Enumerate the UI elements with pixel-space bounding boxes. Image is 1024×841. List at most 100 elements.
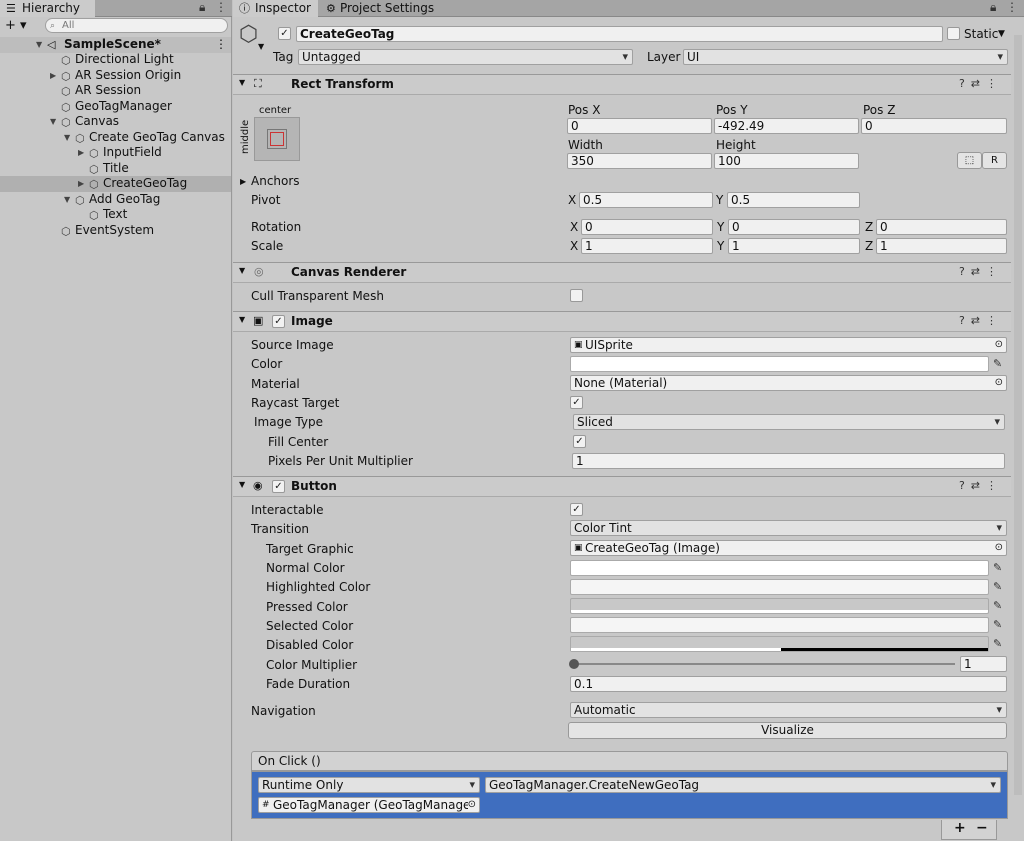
visualize-button[interactable]: Visualize xyxy=(568,722,1007,739)
tree-item-directional-light[interactable]: ⬡ Directional Light xyxy=(0,52,231,68)
scene-menu-icon[interactable]: ⋮ xyxy=(215,37,227,53)
hierarchy-search-input[interactable]: ⌕ All xyxy=(45,18,228,33)
rotation-y-input[interactable]: 0 xyxy=(728,219,860,235)
menu-dots-icon[interactable]: ⋮ xyxy=(1006,0,1018,14)
eyedropper-icon[interactable]: ✎ xyxy=(993,357,1002,370)
scale-x-input[interactable]: 1 xyxy=(581,238,713,254)
canvas-renderer-header[interactable]: ▼ ◎ Canvas Renderer ?⇄⋮ xyxy=(233,262,1011,283)
cull-checkbox[interactable] xyxy=(570,289,583,302)
tree-item-title[interactable]: ⬡ Title xyxy=(0,161,231,177)
ppu-input[interactable]: 1 xyxy=(572,453,1005,469)
posy-input[interactable]: -492.49 xyxy=(714,118,859,134)
tree-item-canvas[interactable]: ▼ ⬡ Canvas xyxy=(0,114,231,130)
navigation-dropdown[interactable]: Automatic xyxy=(570,702,1007,718)
component-help-icon[interactable]: ?⇄⋮ xyxy=(959,77,1003,90)
scale-z-input[interactable]: 1 xyxy=(876,238,1007,254)
object-picker-icon[interactable]: ⊙ xyxy=(995,541,1003,555)
tab-inspector[interactable]: ⓘ Inspector xyxy=(233,0,318,17)
inspector-scrollbar[interactable] xyxy=(1014,35,1022,795)
multiplier-slider-thumb[interactable] xyxy=(569,659,579,669)
add-event-button[interactable]: + xyxy=(954,820,966,836)
rotation-x-input[interactable]: 0 xyxy=(581,219,713,235)
tag-dropdown[interactable]: Untagged xyxy=(298,49,633,65)
scene-row[interactable]: ▼ ◁ SampleScene* ⋮ xyxy=(0,37,231,53)
blueprint-mode-button[interactable]: ⬚ xyxy=(957,152,982,169)
fill-center-checkbox[interactable]: ✓ xyxy=(573,435,586,448)
transition-dropdown[interactable]: Color Tint xyxy=(570,520,1007,536)
component-help-icon[interactable]: ?⇄⋮ xyxy=(959,314,1003,327)
object-name-input[interactable]: CreateGeoTag xyxy=(296,26,943,42)
image-header[interactable]: ▼ ▣ ✓ Image ?⇄⋮ xyxy=(233,311,1011,332)
target-object-field[interactable]: # GeoTagManager (GeoTagManager ⊙ xyxy=(258,797,480,813)
active-checkbox[interactable]: ✓ xyxy=(278,27,291,40)
pivot-y-input[interactable]: 0.5 xyxy=(727,192,860,208)
tree-item-create-geotag-canvas[interactable]: ▼ ⬡ Create GeoTag Canvas xyxy=(0,130,231,146)
expand-arrow-icon[interactable]: ▼ xyxy=(64,192,70,208)
tree-item-creategeotag[interactable]: ▶ ⬡ CreateGeoTag xyxy=(0,176,231,192)
interactable-checkbox[interactable]: ✓ xyxy=(570,503,583,516)
runtime-dropdown[interactable]: Runtime Only xyxy=(258,777,480,793)
source-image-field[interactable]: ▣ UISprite ⊙ xyxy=(570,337,1007,353)
tab-hierarchy[interactable]: ☰ Hierarchy xyxy=(0,0,95,17)
expand-arrow-icon[interactable]: ▼ xyxy=(36,37,42,53)
tab-project-settings[interactable]: ⚙ Project Settings xyxy=(320,0,440,17)
collapse-arrow-icon[interactable]: ▼ xyxy=(239,315,245,324)
target-graphic-field[interactable]: ▣ CreateGeoTag (Image) ⊙ xyxy=(570,540,1007,556)
icon-dropdown-arrow[interactable]: ▼ xyxy=(258,42,264,51)
collapse-arrow-icon[interactable]: ▼ xyxy=(239,266,245,275)
tree-item-eventsystem[interactable]: ⬡ EventSystem xyxy=(0,223,231,239)
rotation-z-input[interactable]: 0 xyxy=(876,219,1007,235)
collapse-arrow-icon[interactable]: ▼ xyxy=(239,78,245,87)
highlighted-color-swatch[interactable] xyxy=(570,579,989,595)
expand-arrow-icon[interactable]: ▶ xyxy=(78,145,84,161)
expand-arrow-icon[interactable]: ▶ xyxy=(78,176,84,192)
eyedropper-icon[interactable]: ✎ xyxy=(993,637,1002,650)
fade-duration-input[interactable]: 0.1 xyxy=(570,676,1007,692)
posz-input[interactable]: 0 xyxy=(861,118,1007,134)
tree-item-ar-session-origin[interactable]: ▶ ⬡ AR Session Origin xyxy=(0,68,231,84)
tree-item-ar-session[interactable]: ⬡ AR Session xyxy=(0,83,231,99)
tree-item-text[interactable]: ⬡ Text xyxy=(0,207,231,223)
eyedropper-icon[interactable]: ✎ xyxy=(993,580,1002,593)
anchor-preset-button[interactable] xyxy=(254,117,300,161)
tree-item-inputfield[interactable]: ▶ ⬡ InputField xyxy=(0,145,231,161)
eyedropper-icon[interactable]: ✎ xyxy=(993,561,1002,574)
static-dropdown-icon[interactable]: ▼ xyxy=(998,26,1005,42)
object-picker-icon[interactable]: ⊙ xyxy=(467,798,476,812)
raw-edit-button[interactable]: R xyxy=(982,152,1007,169)
anchors-expand-icon[interactable]: ▶ xyxy=(240,177,246,186)
expand-arrow-icon[interactable]: ▶ xyxy=(50,68,56,84)
selected-color-swatch[interactable] xyxy=(570,617,989,633)
multiplier-slider-track[interactable] xyxy=(573,663,955,665)
expand-arrow-icon[interactable]: ▼ xyxy=(50,114,56,130)
posx-input[interactable]: 0 xyxy=(567,118,712,134)
lock-icon[interactable]: 🔒︎ xyxy=(990,0,996,15)
rect-transform-header[interactable]: ▼ ⛶ Rect Transform ?⇄⋮ xyxy=(233,74,1011,95)
menu-dots-icon[interactable]: ⋮ xyxy=(215,0,227,14)
collapse-arrow-icon[interactable]: ▼ xyxy=(239,480,245,489)
width-input[interactable]: 350 xyxy=(567,153,712,169)
add-button[interactable]: + ▾ xyxy=(5,18,27,33)
image-type-dropdown[interactable]: Sliced xyxy=(573,414,1005,430)
tree-item-add-geotag[interactable]: ▼ ⬡ Add GeoTag xyxy=(0,192,231,208)
eyedropper-icon[interactable]: ✎ xyxy=(993,599,1002,612)
normal-color-swatch[interactable] xyxy=(570,560,989,576)
material-field[interactable]: None (Material) ⊙ xyxy=(570,375,1007,391)
button-enabled-checkbox[interactable]: ✓ xyxy=(272,480,285,493)
expand-arrow-icon[interactable]: ▼ xyxy=(64,130,70,146)
onclick-list[interactable]: Runtime Only GeoTagManager.CreateNewGeoT… xyxy=(251,771,1008,819)
scale-y-input[interactable]: 1 xyxy=(728,238,860,254)
disabled-color-swatch[interactable] xyxy=(570,636,989,652)
function-dropdown[interactable]: GeoTagManager.CreateNewGeoTag xyxy=(485,777,1001,793)
tree-item-geotagmanager[interactable]: ⬡ GeoTagManager xyxy=(0,99,231,115)
layer-dropdown[interactable]: UI xyxy=(683,49,1008,65)
color-multiplier-input[interactable]: 1 xyxy=(960,656,1007,672)
pressed-color-swatch[interactable] xyxy=(570,598,989,614)
object-picker-icon[interactable]: ⊙ xyxy=(995,376,1003,390)
image-enabled-checkbox[interactable]: ✓ xyxy=(272,315,285,328)
static-checkbox[interactable] xyxy=(947,27,960,40)
height-input[interactable]: 100 xyxy=(714,153,859,169)
image-color-swatch[interactable] xyxy=(570,356,989,372)
lock-icon[interactable]: 🔒︎ xyxy=(199,0,205,15)
object-picker-icon[interactable]: ⊙ xyxy=(995,338,1003,352)
